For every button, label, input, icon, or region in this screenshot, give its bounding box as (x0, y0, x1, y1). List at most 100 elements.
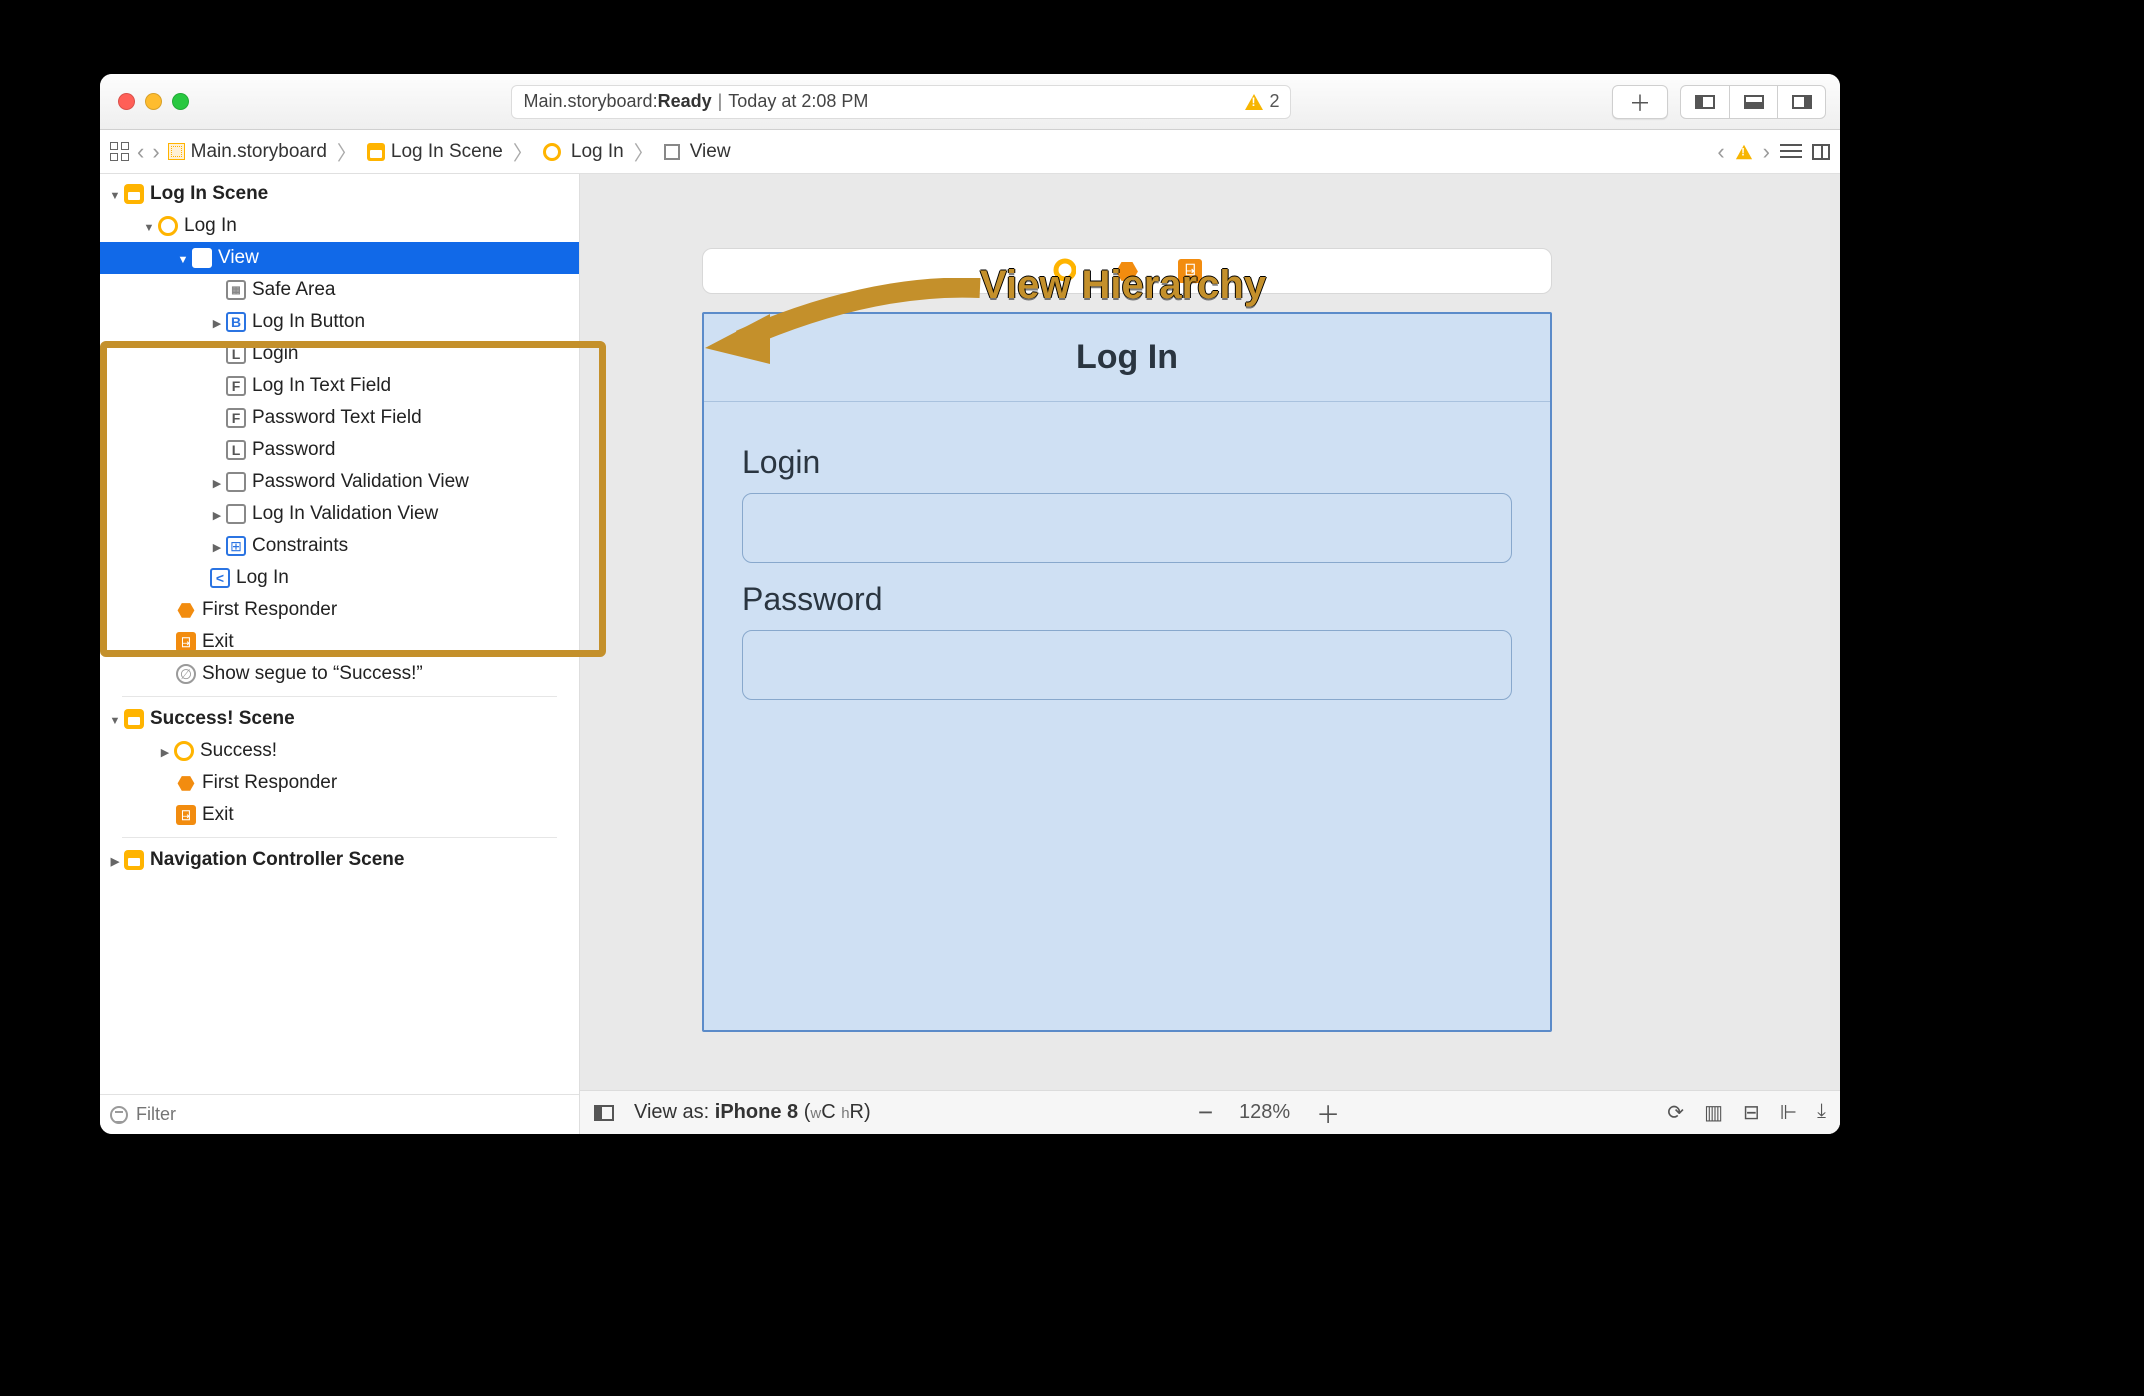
path-seg-viewcontroller[interactable]: Log In (543, 141, 624, 163)
t-open: ( (798, 1101, 810, 1123)
device-preview[interactable]: Log In Login Password (702, 312, 1552, 1032)
zoom-in-button[interactable]: ＋ (1316, 1095, 1340, 1130)
toggle-outline-button[interactable] (594, 1105, 614, 1121)
add-constraints-button[interactable]: ⊩ (1780, 1100, 1797, 1125)
outline-login-label[interactable]: L Login (100, 338, 579, 370)
outline-exit[interactable]: ⍈Exit (100, 626, 579, 658)
plus-icon: ＋ (1629, 86, 1651, 118)
interface-builder-canvas[interactable]: ⬣ ⍈ Log In Login Password View as: iPhon… (580, 174, 1840, 1134)
outline-label: View (218, 247, 259, 269)
outline-scene-navcontroller[interactable]: Navigation Controller Scene (100, 844, 579, 876)
activity-timestamp: Today at 2:08 PM (728, 91, 868, 112)
path-seg-file-label: Main.storyboard (191, 141, 327, 163)
path-seg-file[interactable]: Main.storyboard (168, 141, 327, 163)
view-icon (664, 144, 680, 160)
annotation-label: View Hierarchy (980, 263, 1266, 308)
resolve-issues-button[interactable]: ⤓ (1817, 1100, 1826, 1125)
outline-password-validation-view[interactable]: Password Validation View (100, 466, 579, 498)
password-textfield[interactable] (742, 630, 1512, 700)
view-as-control[interactable]: View as: iPhone 8 (wC hR) (634, 1101, 871, 1124)
outline-password-textfield[interactable]: FPassword Text Field (100, 402, 579, 434)
exit-icon: ⍈ (176, 632, 196, 652)
path-seg-view[interactable]: View (664, 141, 731, 163)
exit-icon: ⍈ (176, 805, 196, 825)
outline-login-textfield[interactable]: F Log In Text Field (100, 370, 579, 402)
canvas-bottom-bar: View as: iPhone 8 (wC hR) − 128% ＋ ⟳ ▥ ⊟… (580, 1090, 1840, 1134)
outline-scene-login[interactable]: Log In Scene (100, 178, 579, 210)
outline-password-label[interactable]: LPassword (100, 434, 579, 466)
outline-label: Log In Text Field (252, 375, 391, 397)
outline-label: Password (252, 439, 335, 461)
adjust-editor-options-button[interactable] (1812, 144, 1830, 160)
path-seg-vc-label: Log In (571, 141, 624, 163)
login-textfield[interactable] (742, 493, 1512, 563)
outline-label: Success! Scene (150, 708, 295, 730)
view-icon (192, 248, 212, 268)
first-responder-icon: ⬣ (176, 600, 196, 620)
viewcontroller-icon (158, 216, 178, 236)
textfield-icon: F (226, 376, 246, 396)
zoom-level[interactable]: 128% (1239, 1101, 1290, 1124)
embed-in-button[interactable]: ▥ (1704, 1100, 1723, 1125)
history-back-button[interactable]: ‹ (137, 139, 144, 165)
outline-nav-item[interactable]: <Log In (100, 562, 579, 594)
outline-filter-input[interactable] (136, 1104, 569, 1125)
zoom-window-button[interactable] (172, 93, 189, 110)
path-seg-scene[interactable]: Log In Scene (367, 141, 503, 163)
toggle-inspectors-button[interactable] (1777, 86, 1825, 118)
button-icon: B (226, 312, 246, 332)
outline-exit-2[interactable]: ⍈ Exit (100, 799, 579, 831)
grid-icon (110, 142, 129, 161)
outline-segue[interactable]: ∅Show segue to “Success!” (100, 658, 579, 690)
view-icon (226, 504, 246, 524)
outline-first-responder-2[interactable]: ⬣First Responder (100, 767, 579, 799)
outline-vc-success[interactable]: Success! (100, 735, 579, 767)
outline-label: Log In (236, 567, 289, 589)
outline-label: Login (252, 343, 299, 365)
related-items-button[interactable] (110, 142, 129, 161)
issue-indicator[interactable]: 2 (1245, 91, 1279, 112)
outline-label: Safe Area (252, 279, 335, 301)
outline-first-responder[interactable]: ⬣ First Responder (100, 594, 579, 626)
outline-label: Password Validation View (252, 471, 469, 493)
issue-nav-back[interactable]: ‹ (1717, 139, 1724, 165)
minimize-window-button[interactable] (145, 93, 162, 110)
outline-view-root[interactable]: View (100, 242, 579, 274)
bottom-panel-icon (1744, 95, 1764, 109)
outline-label: Log In Scene (150, 183, 268, 205)
outline-label: Constraints (252, 535, 348, 557)
outline-vc-login[interactable]: Log In (100, 210, 579, 242)
outline-login-button[interactable]: B Log In Button (100, 306, 579, 338)
document-items-button[interactable] (1780, 144, 1802, 160)
safe-area-icon: ▦ (226, 280, 246, 300)
toggle-navigator-button[interactable] (1681, 86, 1729, 118)
activity-viewer[interactable]: Main.storyboard: Ready | Today at 2:08 P… (511, 85, 1291, 119)
view-as-prefix: View as: (634, 1101, 715, 1123)
library-button[interactable]: ＋ (1612, 85, 1668, 119)
outline-label: First Responder (202, 599, 337, 621)
zoom-out-button[interactable]: − (1198, 1097, 1213, 1128)
issue-nav-forward[interactable]: › (1763, 139, 1770, 165)
outline-filter-row (100, 1094, 579, 1134)
login-label: Login (742, 444, 1512, 481)
panel-toggle-group (1680, 85, 1826, 119)
history-forward-button[interactable]: › (152, 139, 159, 165)
outline-safe-area[interactable]: ▦ Safe Area (100, 274, 579, 306)
view-as-device: iPhone 8 (715, 1101, 798, 1123)
scene-icon (367, 143, 385, 161)
toggle-debug-area-button[interactable] (1729, 86, 1777, 118)
constraints-icon: ⊞ (226, 536, 246, 556)
close-window-button[interactable] (118, 93, 135, 110)
outline-label: Log In Button (252, 311, 365, 333)
path-seg-scene-label: Log In Scene (391, 141, 503, 163)
update-frames-button[interactable]: ⟳ (1667, 1100, 1684, 1125)
outline-login-validation-view[interactable]: Log In Validation View (100, 498, 579, 530)
outline-constraints[interactable]: ⊞ Constraints (100, 530, 579, 562)
label-icon: L (226, 344, 246, 364)
warning-icon (1736, 144, 1752, 158)
outline-label: Exit (202, 804, 234, 826)
outline-scene-success[interactable]: Success! Scene (100, 703, 579, 735)
warning-icon (1245, 94, 1263, 110)
align-button[interactable]: ⊟ (1743, 1100, 1760, 1125)
filter-icon (110, 1106, 128, 1124)
